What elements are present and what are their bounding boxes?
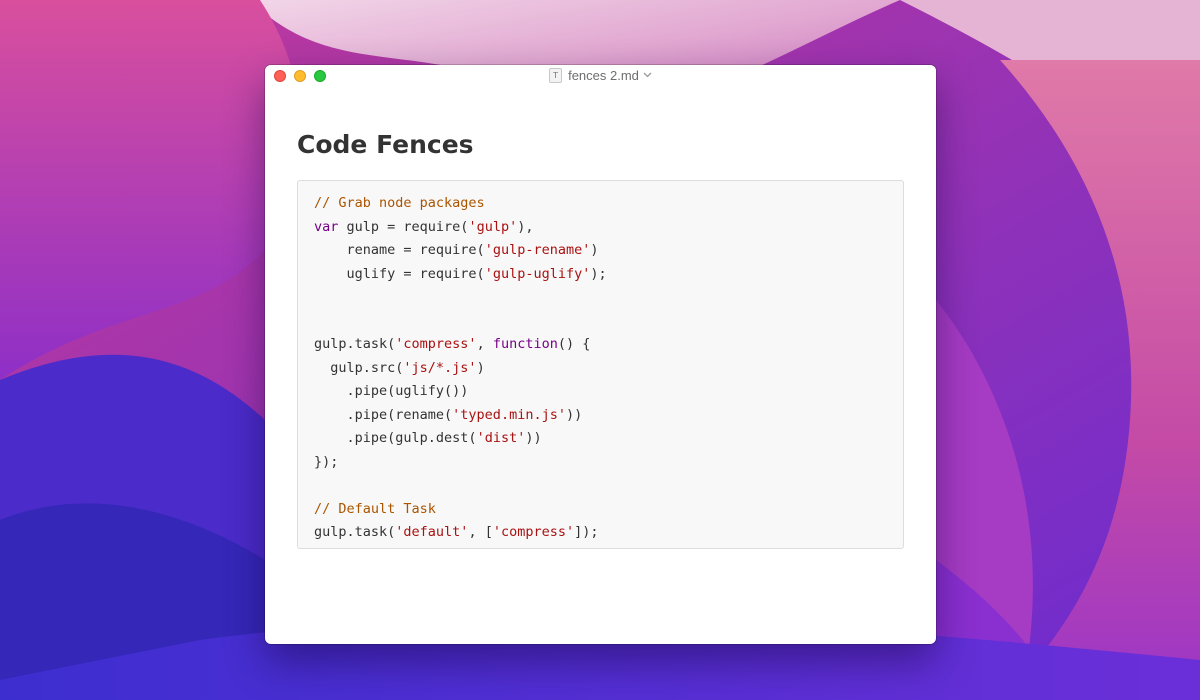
document-content[interactable]: Code Fences // Grab node packages var gul… bbox=[297, 123, 904, 549]
code-line: }); bbox=[314, 451, 903, 475]
document-icon: T bbox=[549, 67, 563, 83]
code-token-string: 'typed.min.js' bbox=[452, 406, 566, 423]
code-line: .pipe(rename('typed.min.js')) bbox=[314, 404, 903, 428]
code-token-string: 'gulp-rename' bbox=[484, 242, 591, 258]
code-token-plain: .pipe(rename( bbox=[314, 406, 453, 423]
window-title: fences 2.md bbox=[568, 68, 639, 83]
code-token-comment: // Grab node packages bbox=[314, 195, 485, 211]
window-title-group[interactable]: Tfences 2.md bbox=[265, 67, 936, 85]
code-token-comment: // Default Task bbox=[314, 500, 436, 517]
code-line: uglify = require('gulp-uglify'); bbox=[314, 263, 903, 287]
code-token-plain: gulp.src( bbox=[314, 359, 404, 376]
code-token-string: 'default' bbox=[395, 524, 469, 540]
code-token-plain: gulp.task( bbox=[314, 524, 396, 540]
code-line: gulp.task('compress', function() { bbox=[314, 333, 903, 357]
title-bar[interactable]: Tfences 2.md bbox=[265, 65, 936, 87]
code-token-plain: ) bbox=[476, 359, 485, 376]
editor-window: Tfences 2.md Code Fences // Grab node pa… bbox=[265, 65, 936, 644]
code-token-string: 'gulp-uglify' bbox=[484, 265, 591, 282]
code-token-plain: .pipe(uglify()) bbox=[314, 383, 469, 399]
code-token-plain: gulp = require( bbox=[338, 218, 469, 235]
code-token-plain: rename = require( bbox=[314, 242, 485, 258]
code-token-plain: uglify = require( bbox=[314, 265, 485, 282]
code-token-plain: gulp.task( bbox=[314, 336, 396, 352]
code-line: .pipe(uglify()) bbox=[314, 380, 903, 404]
code-token-plain: () { bbox=[557, 336, 591, 352]
page-title: Code Fences bbox=[297, 130, 474, 159]
code-token-string: 'dist' bbox=[476, 430, 526, 446]
code-fence-block[interactable]: // Grab node packages var gulp = require(… bbox=[297, 180, 904, 549]
code-token-string: 'compress' bbox=[395, 336, 477, 352]
code-token-plain: ), bbox=[517, 218, 534, 235]
code-line: gulp.src('js/*.js') bbox=[314, 357, 903, 381]
code-token-string: 'js/*.js' bbox=[403, 359, 477, 376]
code-token-plain: ]); bbox=[574, 524, 599, 540]
code-token-plain: .pipe(gulp.dest( bbox=[314, 430, 477, 446]
code-token-plain: , [ bbox=[468, 524, 493, 540]
code-line: // Default Task bbox=[314, 498, 903, 522]
chevron-down-icon bbox=[643, 72, 652, 78]
code-token-plain: )) bbox=[525, 430, 542, 446]
code-line: var gulp = require('gulp'), bbox=[314, 216, 903, 240]
code-line: rename = require('gulp-rename') bbox=[314, 239, 903, 263]
code-token-keyword: var bbox=[314, 218, 339, 235]
code-line: gulp.task('default', ['compress']); bbox=[314, 521, 903, 545]
code-token-plain: }); bbox=[314, 453, 339, 470]
code-token-plain: ); bbox=[590, 265, 607, 282]
code-token-plain: ) bbox=[590, 242, 599, 258]
code-token-plain: , bbox=[476, 336, 493, 352]
code-line: .pipe(gulp.dest('dist')) bbox=[314, 427, 903, 451]
code-line: // Grab node packages bbox=[314, 192, 903, 216]
code-token-plain: )) bbox=[565, 406, 583, 423]
code-token-keyword: function bbox=[492, 336, 558, 352]
code-token-string: 'compress' bbox=[492, 524, 575, 540]
code-token-string: 'gulp' bbox=[468, 218, 518, 235]
